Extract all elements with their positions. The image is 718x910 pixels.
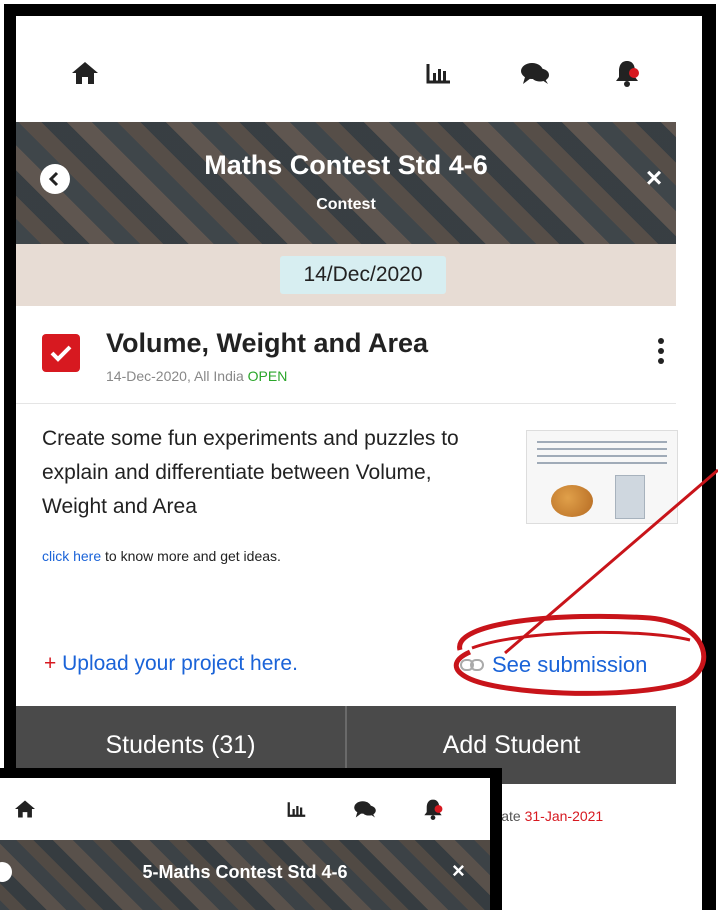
page-title: Maths Contest Std 4-6 xyxy=(204,150,488,180)
contest-thumbnail[interactable] xyxy=(526,430,678,524)
plus-icon: + xyxy=(44,652,57,675)
secondary-top-nav xyxy=(0,778,490,840)
chat-icon[interactable] xyxy=(518,56,552,90)
card-meta-date: 14-Dec-2020, All India xyxy=(106,368,248,384)
see-submission-label: See submission xyxy=(492,652,648,677)
contest-banner: Maths Contest Std 4-6 Contest × xyxy=(16,122,676,244)
see-submission-link[interactable]: See submission xyxy=(460,652,647,678)
link-icon xyxy=(460,659,484,671)
secondary-banner: 5-Maths Contest Std 4-6 × xyxy=(0,840,490,910)
contest-card-header: Volume, Weight and Area 14-Dec-2020, All… xyxy=(16,306,676,404)
bar-chart-icon[interactable] xyxy=(422,56,456,90)
page-subtitle: Contest xyxy=(316,196,376,213)
top-nav-bar xyxy=(16,16,676,122)
checkbox-checked-icon[interactable] xyxy=(42,334,80,372)
chat-icon[interactable] xyxy=(352,796,378,822)
bell-icon[interactable] xyxy=(610,56,644,90)
date-chip: 14/Dec/2020 xyxy=(280,256,446,294)
card-meta: 14-Dec-2020, All India OPEN xyxy=(106,368,287,384)
status-badge: OPEN xyxy=(247,368,288,384)
more-info-text: click here to know more and get ideas. xyxy=(42,548,281,564)
home-icon[interactable] xyxy=(68,56,102,90)
home-icon[interactable] xyxy=(12,796,38,822)
bell-icon[interactable] xyxy=(420,796,446,822)
close-icon[interactable]: × xyxy=(642,164,666,192)
upload-label: Upload your project here. xyxy=(56,652,298,675)
card-title: Volume, Weight and Area xyxy=(106,328,429,358)
date-row: 14/Dec/2020 xyxy=(16,244,676,306)
more-vert-icon[interactable] xyxy=(658,338,666,366)
secondary-screenshot-frame: 5-Maths Contest Std 4-6 × xyxy=(0,768,502,910)
bar-chart-icon[interactable] xyxy=(284,796,310,822)
close-icon[interactable]: × xyxy=(452,858,465,884)
upload-project-link[interactable]: + Upload your project here. xyxy=(44,652,298,676)
card-description: Create some fun experiments and puzzles … xyxy=(42,427,459,518)
more-info-suffix: to know more and get ideas. xyxy=(101,548,281,564)
submission-date: 31-Jan-2021 xyxy=(524,808,604,824)
secondary-page-title: 5-Maths Contest Std 4-6 xyxy=(142,862,348,882)
click-here-link[interactable]: click here xyxy=(42,548,101,564)
